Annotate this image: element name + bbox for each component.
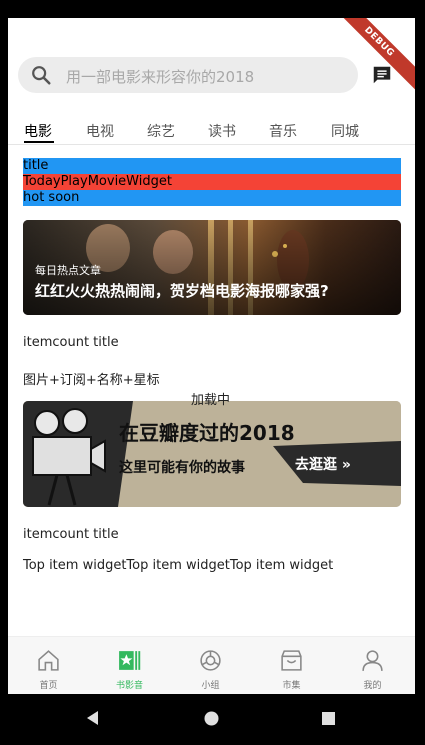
search-icon: [32, 66, 51, 85]
promo-heading: 在豆瓣度过的2018: [119, 421, 295, 445]
banner-title: 红红火火热热闹闹，贺岁档电影海报哪家强?: [35, 282, 329, 300]
nav-profile-label: 我的: [363, 681, 382, 691]
tab-books[interactable]: 读书: [208, 121, 236, 141]
year-review-promo[interactable]: 在豆瓣度过的2018 这里可能有你的故事 去逛逛 »: [23, 401, 401, 507]
promo-cta[interactable]: 去逛逛 »: [295, 454, 351, 474]
section1-title: itemcount title: [23, 335, 119, 350]
nav-group-label: 小组: [201, 681, 220, 691]
group-icon: [200, 650, 221, 671]
nav-group[interactable]: 小组: [170, 637, 251, 694]
tab-variety[interactable]: 综艺: [147, 121, 175, 141]
home-circle-icon[interactable]: [204, 711, 219, 726]
section2-title: itemcount title: [23, 527, 119, 542]
tab-music[interactable]: 音乐: [269, 121, 297, 141]
nav-media[interactable]: 书影音: [89, 637, 170, 694]
section2-desc: Top item widgetTop item widgetTop item w…: [23, 558, 334, 573]
nav-home-label: 首页: [39, 681, 58, 691]
recents-icon[interactable]: [322, 712, 335, 725]
home-icon: [38, 650, 59, 671]
nav-profile[interactable]: 我的: [332, 637, 413, 694]
shop-icon: [281, 650, 302, 671]
nav-home[interactable]: 首页: [8, 637, 89, 694]
app-screen: DEBUG 用一部电影来形容你的2018 电影 电视 综艺 读书 音乐 同城 t…: [8, 18, 415, 694]
person-icon: [362, 650, 383, 671]
hot-article-banner[interactable]: 每日热点文章 红红火火热热闹闹，贺岁档电影海报哪家强?: [23, 220, 401, 315]
nav-market-label: 市集: [282, 681, 301, 691]
back-icon[interactable]: [85, 710, 101, 726]
tab-movie[interactable]: 电影: [24, 121, 52, 141]
device-frame: DEBUG 用一部电影来形容你的2018 电影 电视 综艺 读书 音乐 同城 t…: [0, 0, 425, 745]
system-navigation-bar: [0, 694, 425, 745]
section1-desc: 图片+订阅+名称+星标: [23, 373, 160, 388]
tab-tv[interactable]: 电视: [86, 121, 114, 141]
active-tab-indicator: [24, 141, 54, 143]
search-bar[interactable]: 用一部电影来形容你的2018: [18, 57, 358, 93]
tabs-divider: [8, 144, 415, 145]
nav-media-label: 书影音: [115, 681, 143, 691]
promo-subheading: 这里可能有你的故事: [119, 460, 245, 476]
loading-text: 加载中: [191, 393, 231, 408]
star-board-icon: [119, 651, 141, 670]
today-play-bar: TodayPlayMovieWidget: [23, 174, 401, 190]
message-icon[interactable]: [371, 64, 393, 86]
nav-market[interactable]: 市集: [251, 637, 332, 694]
tab-local[interactable]: 同城: [331, 121, 359, 141]
bottom-navigation: 首页 书影音 小组 市集 我的: [8, 636, 415, 694]
search-placeholder[interactable]: 用一部电影来形容你的2018: [66, 66, 254, 87]
banner-subtitle: 每日热点文章: [35, 264, 101, 277]
title-bar: title: [23, 158, 401, 174]
hot-soon-bar: hot soon: [23, 190, 401, 206]
